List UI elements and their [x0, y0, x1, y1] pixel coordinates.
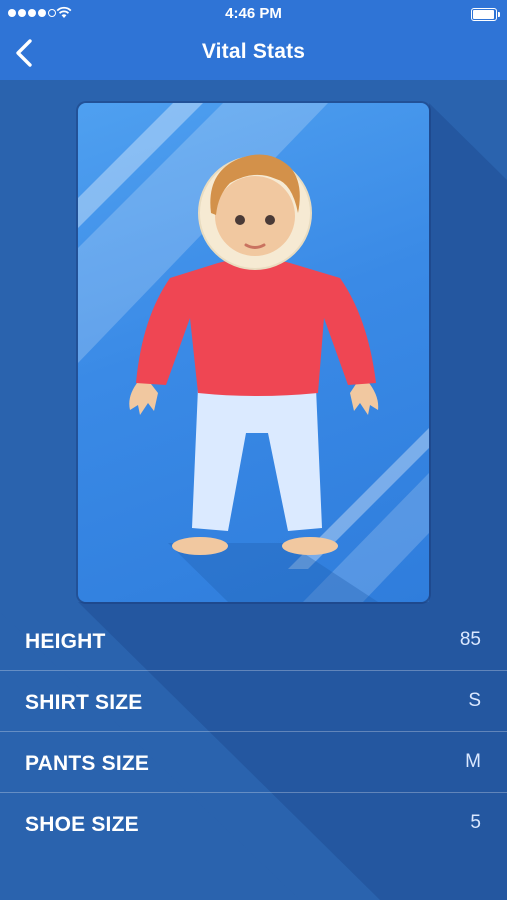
stat-label: PANTS SIZE [25, 752, 150, 775]
battery-icon [471, 8, 500, 21]
stat-value: M [465, 751, 481, 772]
stat-value: 5 [470, 812, 481, 833]
status-time: 4:46 PM [225, 5, 282, 22]
stat-value: S [468, 690, 481, 711]
stat-row-shoe-size[interactable]: SHOE SIZE 5 [0, 793, 507, 853]
stats-list: HEIGHT 85 SHIRT SIZE S PANTS SIZE M SHOE… [0, 610, 507, 853]
stat-row-height[interactable]: HEIGHT 85 [0, 610, 507, 671]
stat-label: HEIGHT [25, 630, 106, 653]
page-title: Vital Stats [201, 40, 306, 63]
stat-label: SHIRT SIZE [25, 691, 143, 714]
status-bar: 4:46 PM [0, 0, 507, 28]
stat-row-shirt-size[interactable]: SHIRT SIZE S [0, 671, 507, 732]
stat-row-pants-size[interactable]: PANTS SIZE M [0, 732, 507, 793]
stat-label: SHOE SIZE [25, 813, 139, 836]
navigation-bar: Vital Stats [0, 28, 507, 80]
avatar-card[interactable] [78, 103, 429, 602]
stat-value: 85 [459, 629, 481, 650]
